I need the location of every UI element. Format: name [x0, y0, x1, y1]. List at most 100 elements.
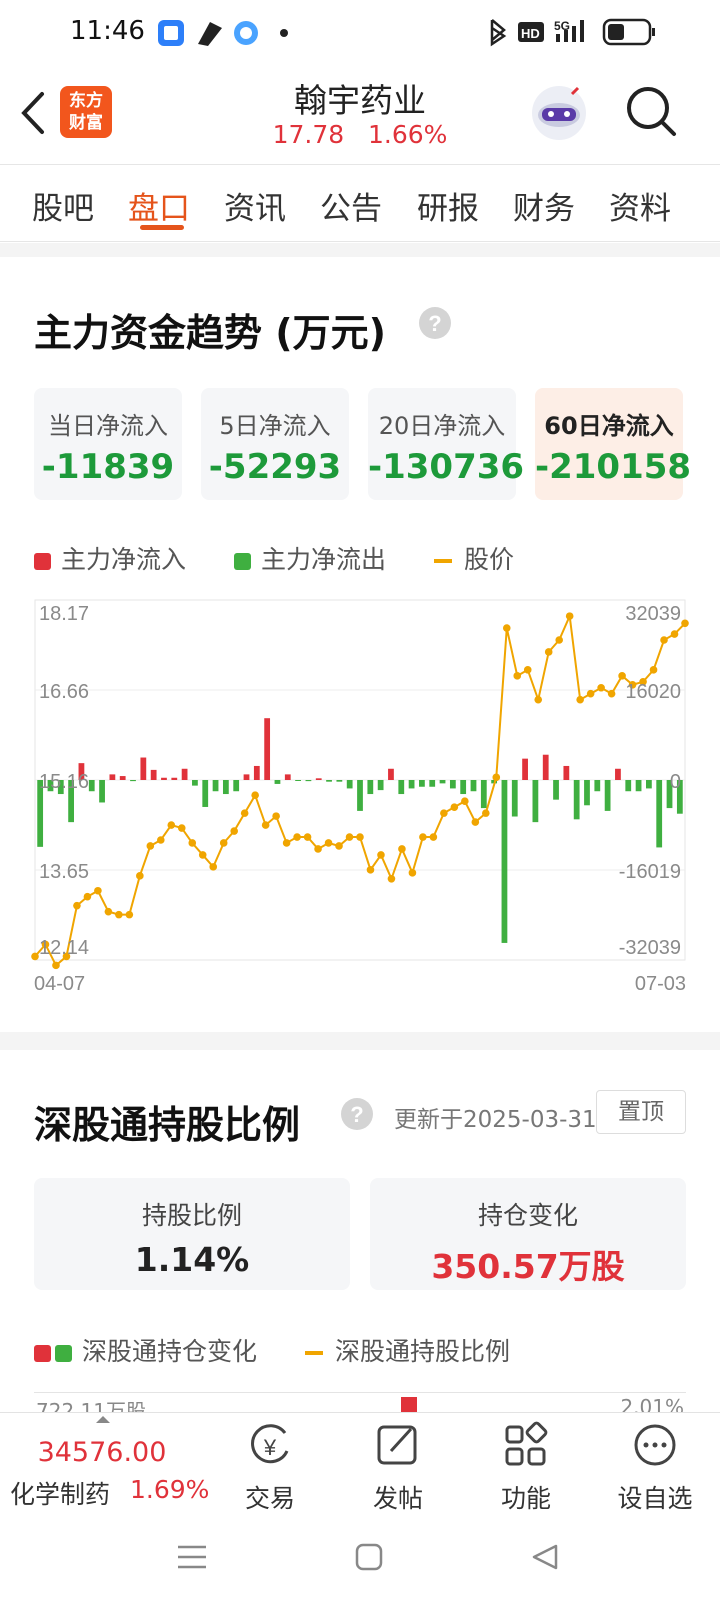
flow-tick-label: -32039 — [619, 937, 681, 959]
price-point — [115, 910, 123, 919]
price-point — [136, 872, 144, 880]
price-point — [450, 803, 459, 811]
flow-card-60d[interactable]: 60日净流入 -210158 — [535, 388, 691, 500]
flow-bar — [377, 780, 384, 791]
price-point — [387, 875, 396, 883]
legend-outflow: 主力净流出 — [233, 545, 386, 574]
tab-announcements[interactable]: 公告 — [306, 183, 396, 228]
flow-bar — [470, 780, 477, 792]
flow-tick-label: 32039 — [625, 603, 681, 625]
price-point — [146, 842, 155, 850]
price-point — [408, 869, 417, 877]
help-icon[interactable]: ? — [418, 306, 452, 340]
back-arrow-icon[interactable] — [18, 90, 48, 136]
flow-bar — [367, 780, 374, 795]
price-point — [52, 961, 60, 970]
app-header: 东方 财富 翰宇药业 17.78 1.66% — [0, 66, 720, 164]
price-point — [377, 851, 385, 859]
svg-text:HD: HD — [521, 26, 540, 41]
price-point — [177, 824, 186, 832]
price-point — [240, 809, 249, 817]
sector-index[interactable]: 34576.00 化学制药 1.69% — [0, 1413, 209, 1513]
price-point — [461, 797, 469, 805]
flow-bar — [140, 757, 147, 780]
help-icon[interactable]: ? — [340, 1097, 374, 1131]
legend-holding-ratio: 深股通持股比例 — [304, 1337, 510, 1366]
system-nav-bar — [0, 1512, 720, 1612]
flow-bar — [305, 780, 312, 782]
price-point — [502, 624, 511, 632]
flow-bar — [315, 778, 322, 780]
flow-bar — [635, 780, 642, 792]
holding-change-card: 持仓变化 350.57万股 — [370, 1178, 686, 1290]
price-point — [198, 851, 207, 859]
robot-assistant-icon[interactable] — [528, 82, 590, 144]
price-point — [597, 683, 605, 692]
price-point — [282, 839, 291, 847]
stock-change: 1.66% — [368, 120, 448, 149]
flow-bar — [449, 780, 456, 789]
flow-bar — [553, 780, 559, 800]
back-icon[interactable] — [530, 1542, 560, 1572]
flow-card-today[interactable]: 当日净流入 -11839 — [34, 388, 182, 500]
tab-profile[interactable]: 资料 — [595, 183, 685, 228]
tab-pankou[interactable]: 盘口 — [114, 183, 204, 228]
price-point — [586, 689, 595, 698]
price-point — [398, 845, 406, 853]
flow-bar — [429, 780, 436, 787]
price-point — [83, 892, 92, 901]
tab-research[interactable]: 研报 — [403, 183, 493, 228]
pin-top-button[interactable]: 置顶 — [596, 1090, 686, 1134]
price-point — [681, 619, 689, 628]
update-date: 更新于2025-03-31 — [394, 1107, 597, 1133]
flow-bar — [532, 780, 539, 823]
hk-chart-legend: 深股通持仓变化 深股通持股比例 — [34, 1332, 510, 1368]
home-icon[interactable] — [354, 1542, 384, 1572]
price-point — [440, 809, 448, 817]
trade-button[interactable]: ¥ 交易 — [220, 1413, 320, 1515]
tab-finance[interactable]: 财务 — [499, 183, 589, 228]
flow-bar — [253, 765, 260, 780]
add-watchlist-button[interactable]: 设自选 — [605, 1413, 705, 1515]
price-point — [104, 907, 113, 916]
flow-card-5d[interactable]: 5日净流入 -52293 — [201, 388, 349, 500]
hk-bar — [401, 1397, 417, 1412]
price-point — [261, 821, 270, 829]
flow-bar — [480, 780, 487, 809]
tab-guba[interactable]: 股吧 — [18, 183, 108, 228]
flow-bar — [398, 780, 405, 795]
status-time: 11:46 — [70, 16, 145, 46]
functions-button[interactable]: 功能 — [476, 1413, 576, 1515]
search-icon[interactable] — [624, 84, 678, 138]
svg-text:?: ? — [428, 311, 441, 336]
price-point — [607, 689, 616, 698]
price-point — [314, 845, 322, 853]
flow-card-20d[interactable]: 20日净流入 -130736 — [368, 388, 524, 500]
flow-bar — [604, 780, 611, 811]
holding-ratio-card: 持股比例 1.14% — [34, 1178, 350, 1290]
stock-quote: 17.78 1.66% — [200, 120, 520, 149]
capital-flow-chart[interactable]: 18.17 16.66 15.16 13.65 12.14 32039 16020 0 -160… — [0, 590, 720, 1010]
bottom-toolbar: 34576.00 化学制药 1.69% ¥ 交易 发帖 功能 设自选 — [0, 1412, 720, 1515]
flow-bar — [460, 780, 467, 795]
flow-bar — [88, 780, 95, 792]
flow-bar — [326, 780, 332, 782]
price-point — [576, 695, 584, 704]
flow-bar — [99, 780, 105, 803]
price-point — [356, 833, 364, 841]
flow-bar — [284, 774, 291, 780]
hk-chart-preview: 722.11万股 2.01% — [34, 1392, 686, 1412]
tab-bar: 股吧 盘口 资讯 公告 研报 财务 资料 — [0, 164, 720, 242]
legend-price: 股价 — [433, 545, 514, 574]
flow-bar — [109, 774, 116, 780]
price-point — [31, 952, 39, 961]
tab-news[interactable]: 资讯 — [210, 183, 300, 228]
more-icon — [634, 1424, 676, 1466]
eastmoney-logo[interactable]: 东方 财富 — [60, 86, 112, 138]
menu-icon[interactable] — [176, 1542, 208, 1572]
post-button[interactable]: 发帖 — [348, 1413, 448, 1515]
flow-bar — [419, 780, 425, 787]
price-point — [293, 833, 301, 841]
flow-bar — [192, 780, 198, 786]
price-point — [660, 636, 668, 644]
